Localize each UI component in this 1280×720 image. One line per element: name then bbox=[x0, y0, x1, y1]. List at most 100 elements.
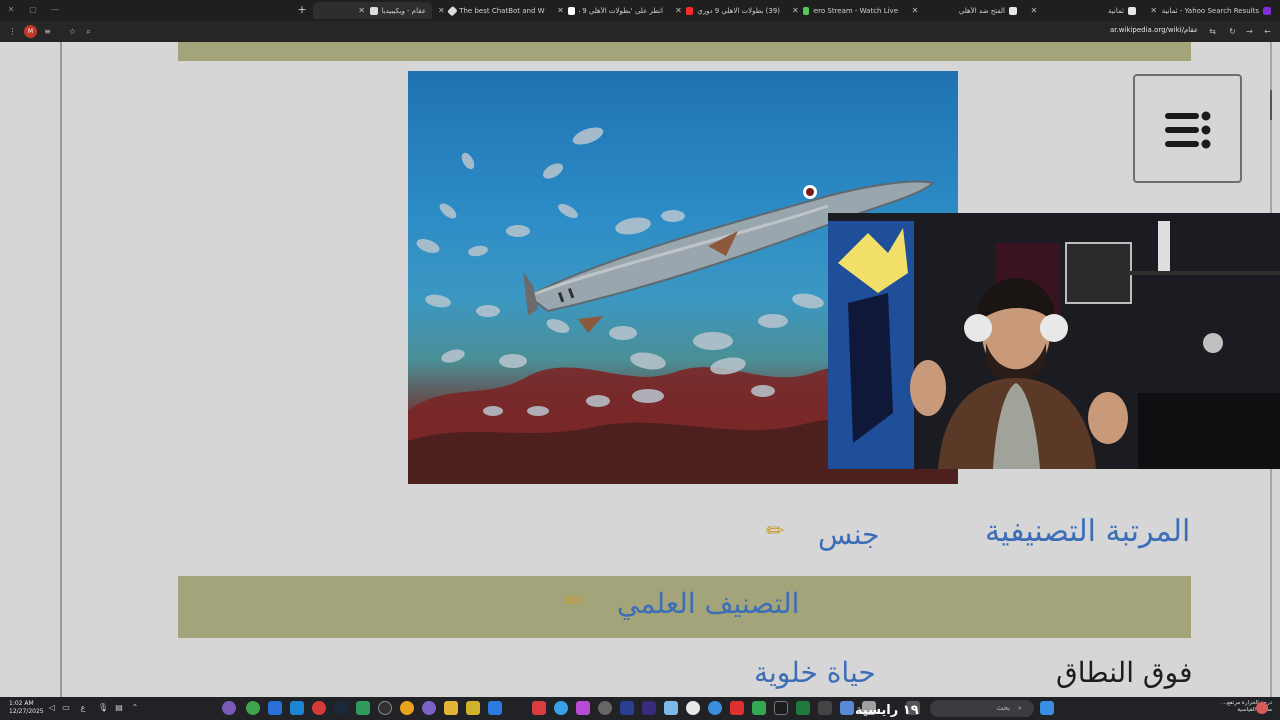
domain-value-link[interactable]: حياة خلوية bbox=[754, 656, 876, 689]
address-bar-url[interactable]: ar.wikipedia.org/wiki/عقام bbox=[1110, 26, 1198, 34]
search-placeholder: بحث bbox=[996, 704, 1010, 712]
close-tab-icon[interactable]: ✕ bbox=[1150, 6, 1158, 15]
classification-heading: التصنيف العلمي bbox=[617, 587, 800, 620]
reload-icon[interactable]: ↻ bbox=[1226, 25, 1239, 38]
stream-overlay-caption: ١٩ رايسية bbox=[855, 703, 919, 718]
tab-match[interactable]: ✕ الفتح ضد الأهلي bbox=[905, 2, 1023, 19]
tab-tiktok[interactable]: ✕ اتطر على 'بطولات الأهلي 9 دوري bbox=[551, 2, 669, 19]
overflow-menu-icon[interactable]: ⋮ bbox=[6, 25, 19, 38]
app-chrome-icon[interactable] bbox=[400, 701, 414, 715]
tab-title: Abo_Nero Stream - Watch Live bbox=[813, 6, 898, 15]
app-google-icon[interactable] bbox=[686, 701, 700, 715]
weather-icon bbox=[1256, 702, 1268, 714]
thmanyah-favicon-icon bbox=[1128, 6, 1136, 15]
tab-title: (39) بطولات الاهلي 9 دوري - ح bbox=[697, 6, 780, 15]
app-spotify-icon[interactable] bbox=[356, 701, 370, 715]
app-folder-icon[interactable] bbox=[444, 701, 458, 715]
new-tab-button[interactable]: + bbox=[296, 4, 308, 16]
youtube-favicon-icon bbox=[686, 6, 694, 15]
close-tab-icon[interactable]: ✕ bbox=[557, 6, 564, 15]
app-store-icon[interactable] bbox=[268, 701, 282, 715]
tab-title: الفتح ضد الأهلي bbox=[958, 6, 1005, 15]
streamer-webcam-overlay bbox=[828, 213, 1280, 469]
app-record-icon[interactable] bbox=[312, 701, 326, 715]
app-paint-icon[interactable] bbox=[664, 701, 678, 715]
app-excel-icon[interactable] bbox=[796, 701, 810, 715]
chevron-up-icon[interactable]: ⌃ bbox=[130, 703, 140, 713]
app-mail-icon[interactable] bbox=[488, 701, 502, 715]
app-discord-icon[interactable] bbox=[222, 701, 236, 715]
app-edge-icon[interactable] bbox=[554, 701, 568, 715]
app-drive-icon[interactable] bbox=[752, 701, 766, 715]
app-settings-icon[interactable] bbox=[598, 701, 612, 715]
profile-avatar[interactable]: M bbox=[24, 25, 37, 38]
app-notes-icon[interactable] bbox=[466, 701, 480, 715]
app-word-icon[interactable] bbox=[840, 701, 854, 715]
app-explorer-icon[interactable] bbox=[818, 701, 832, 715]
extensions-icon[interactable]: ≡ bbox=[41, 25, 54, 38]
tab-wikipedia-active[interactable]: ✕ عقام - ويكيبيديا bbox=[313, 2, 432, 19]
speaker-icon[interactable]: ◁ bbox=[47, 703, 57, 713]
app-calendar-icon[interactable] bbox=[532, 701, 546, 715]
back-icon[interactable]: ← bbox=[1261, 25, 1274, 38]
app-media-icon[interactable] bbox=[576, 701, 590, 715]
menu-icon bbox=[1165, 111, 1211, 149]
tab-chatbot[interactable]: ✕ The best ChatBot and Widget: bbox=[432, 2, 551, 19]
domain-label: فوق النطاق bbox=[1056, 656, 1193, 689]
browser-tab-strip: ✕ ▢ — + ✕ Yahoo Search Results - ثمانية … bbox=[0, 0, 1280, 21]
close-tab-icon[interactable]: ✕ bbox=[358, 6, 366, 15]
wikipedia-page: المرتبة التصنيفية جنس ✏ التصنيف العلمي ✏… bbox=[0, 42, 1280, 697]
menu-button[interactable] bbox=[1133, 74, 1242, 183]
close-window-icon[interactable]: ✕ bbox=[6, 5, 16, 15]
app-premiere-icon[interactable] bbox=[620, 701, 634, 715]
tab-kick-stream[interactable]: ✕ Abo_Nero Stream - Watch Live bbox=[786, 2, 904, 19]
search-icon[interactable]: ⌕ bbox=[82, 25, 95, 38]
windows-taskbar: 1:02 AM 12/27/2025 ◁ ▭ ع 🎙 ▤ ⌃ بحث ⌕ ١٩ … bbox=[0, 697, 1280, 720]
search-icon: ⌕ bbox=[1018, 704, 1022, 712]
app-photos-icon[interactable] bbox=[290, 701, 304, 715]
close-tab-icon[interactable]: ✕ bbox=[911, 6, 919, 15]
clock-time: 1:02 AM bbox=[9, 700, 34, 707]
edit-pencil-icon[interactable]: ✏ bbox=[766, 519, 784, 544]
app-premiere-pro-icon[interactable] bbox=[642, 701, 656, 715]
thmanyah-favicon-icon bbox=[1009, 6, 1017, 15]
microphone-icon[interactable]: 🎙 bbox=[98, 703, 108, 713]
tab-title: Yahoo Search Results - ثمانية bbox=[1161, 6, 1259, 15]
bookmark-star-icon[interactable]: ☆ bbox=[66, 25, 79, 38]
app-chrome-alt-icon[interactable] bbox=[246, 701, 260, 715]
edit-pencil-icon[interactable]: ✏ bbox=[565, 589, 583, 614]
tab-title: ثمانية bbox=[1108, 6, 1124, 15]
tab-yahoo[interactable]: ✕ Yahoo Search Results - ثمانية bbox=[1142, 2, 1277, 19]
site-info-icon[interactable]: ⇆ bbox=[1206, 25, 1219, 38]
language-icon[interactable]: ع bbox=[78, 703, 88, 713]
clock[interactable]: 1:02 AM 12/27/2025 bbox=[9, 700, 44, 716]
close-tab-icon[interactable]: ✕ bbox=[438, 6, 445, 15]
app-obs-icon[interactable] bbox=[378, 701, 392, 715]
close-tab-icon[interactable]: ✕ bbox=[1030, 6, 1038, 15]
forward-icon[interactable]: → bbox=[1243, 25, 1256, 38]
close-tab-icon[interactable]: ✕ bbox=[675, 6, 682, 15]
restore-window-icon[interactable]: ▢ bbox=[28, 5, 38, 15]
page-left-border bbox=[60, 42, 62, 697]
display-icon[interactable]: ▭ bbox=[61, 703, 71, 713]
tab-youtube[interactable]: ✕ (39) بطولات الاهلي 9 دوري - ح bbox=[669, 2, 786, 19]
taskbar-search-input[interactable]: بحث ⌕ bbox=[930, 700, 1034, 717]
windows-start-icon[interactable] bbox=[1040, 701, 1054, 715]
app-browser-icon[interactable] bbox=[422, 701, 436, 715]
app-steam-icon[interactable] bbox=[334, 701, 348, 715]
tab-thmanyah[interactable]: ✕ ثمانية bbox=[1024, 2, 1142, 19]
close-tab-icon[interactable]: ✕ bbox=[792, 6, 799, 15]
app-chromium-icon[interactable] bbox=[708, 701, 722, 715]
minimize-window-icon[interactable]: — bbox=[50, 5, 60, 15]
kick-favicon-icon bbox=[802, 6, 810, 15]
app-terminal-icon[interactable] bbox=[774, 701, 788, 715]
rank-heading: المرتبة التصنيفية bbox=[985, 514, 1191, 549]
app-youtube-icon[interactable] bbox=[730, 701, 744, 715]
tab-title: The best ChatBot and Widget: bbox=[459, 6, 545, 15]
wikipedia-favicon-icon bbox=[369, 6, 378, 15]
browser-toolbar: ⋮ M ≡ ☆ ⌕ ar.wikipedia.org/wiki/عقام ⇆ ↻… bbox=[0, 21, 1280, 42]
tiktok-favicon-icon bbox=[567, 6, 575, 15]
chat-icon[interactable]: ▤ bbox=[114, 703, 124, 713]
webcam-scene bbox=[828, 213, 1280, 469]
rank-value-link[interactable]: جنس bbox=[818, 518, 879, 551]
